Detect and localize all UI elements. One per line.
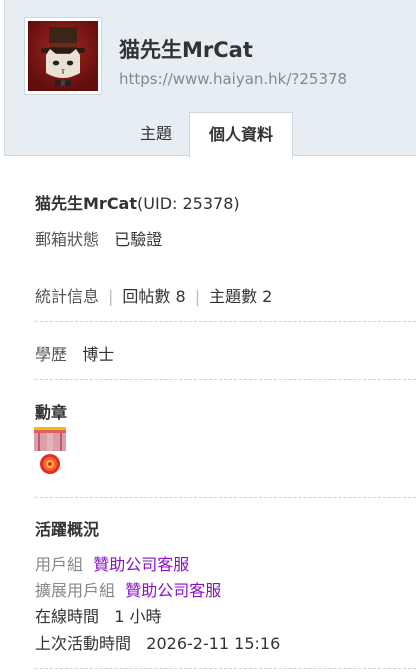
posts-count-link[interactable]: 回帖數 8: [122, 287, 185, 306]
tab-threads[interactable]: 主題: [125, 112, 187, 156]
education-row: 學歷 博士: [35, 341, 114, 365]
last-active-row: 上次活動時間 2026-2-11 15:16: [35, 630, 280, 654]
divider: [35, 321, 416, 322]
stats-label: 統計信息: [35, 287, 100, 306]
separator: |: [194, 287, 201, 306]
medal-icon[interactable]: [34, 427, 66, 481]
ext-user-group-link[interactable]: 贊助公司客服: [125, 581, 221, 600]
ext-user-group-row: 擴展用戶組 贊助公司客服: [35, 577, 221, 601]
profile-url[interactable]: https://www.haiyan.hk/?25378: [119, 70, 347, 88]
online-time-label: 在線時間: [35, 607, 100, 626]
ext-user-group-label: 擴展用戶組: [35, 581, 116, 600]
user-group-label: 用戶組: [35, 555, 84, 574]
profile-username: 猫先生MrCat: [119, 38, 253, 62]
education-value: 博士: [82, 345, 115, 364]
separator: |: [108, 287, 114, 306]
online-time-value: 1 小時: [114, 607, 162, 626]
email-status-value: 已驗證: [114, 230, 163, 249]
email-status-label: 郵箱狀態: [35, 230, 100, 249]
user-group-link[interactable]: 贊助公司客服: [93, 555, 189, 574]
email-status-row: 郵箱狀態 已驗證: [35, 226, 162, 250]
user-title-row: 猫先生MrCat(UID: 25378): [35, 190, 240, 214]
divider: [35, 497, 416, 498]
profile-header: 猫先生MrCat https://www.haiyan.hk/?25378 主題…: [4, 0, 416, 158]
tab-profile[interactable]: 個人資料: [189, 112, 293, 158]
user-group-row: 用戶組 贊助公司客服: [35, 551, 189, 575]
medals-heading: 勳章: [35, 403, 68, 422]
divider: [35, 668, 416, 669]
stats-row: 統計信息 | 回帖數 8 | 主題數 2: [35, 283, 272, 307]
last-active-label: 上次活動時間: [35, 634, 132, 653]
divider: [35, 379, 416, 380]
user-uid: (UID: 25378): [137, 194, 240, 213]
user-name: 猫先生MrCat: [35, 194, 138, 213]
cat-avatar-image: [28, 21, 98, 91]
activity-heading: 活躍概況: [35, 520, 100, 539]
education-label: 學歷: [35, 345, 68, 364]
last-active-value: 2026-2-11 15:16: [146, 634, 281, 653]
avatar[interactable]: [24, 17, 102, 95]
online-time-row: 在線時間 1 小時: [35, 603, 162, 627]
threads-count-link[interactable]: 主題數 2: [209, 287, 272, 306]
